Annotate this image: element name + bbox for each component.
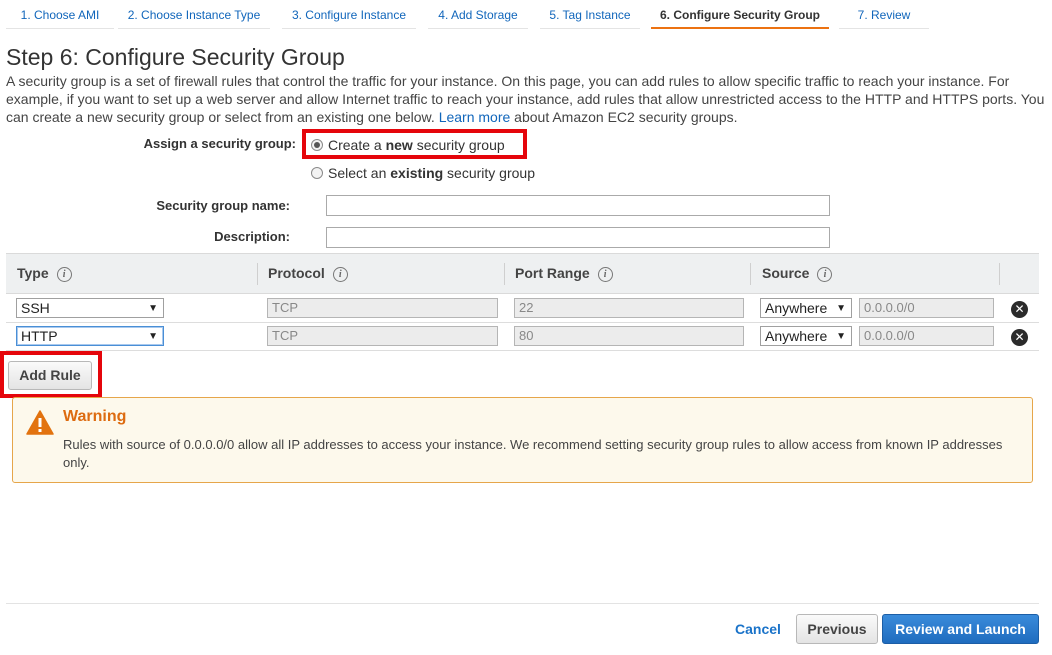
radio-create-new-group[interactable]: Create a new security group (311, 137, 505, 153)
column-divider (504, 263, 505, 285)
warning-box: Warning Rules with source of 0.0.0.0/0 a… (12, 397, 1033, 483)
header-protocol: Protocol i (268, 254, 348, 293)
warning-triangle-icon (26, 410, 54, 435)
rule-cidr-field: 0.0.0.0/0 (859, 298, 994, 318)
chevron-down-icon: ▼ (836, 303, 846, 314)
rule-port-range-field: 80 (514, 326, 744, 346)
select-existing-label: Select an existing security group (328, 165, 535, 181)
tab-configure-security-group[interactable]: 6. Configure Security Group (651, 0, 829, 29)
rule-protocol-field: TCP (267, 298, 498, 318)
intro-text: A security group is a set of firewall ru… (6, 72, 1046, 126)
tab-choose-ami[interactable]: 1. Choose AMI (6, 0, 114, 29)
cancel-button[interactable]: Cancel (735, 621, 781, 637)
description-input[interactable] (326, 227, 830, 248)
header-port-range: Port Range i (515, 254, 613, 293)
warning-title: Warning (63, 408, 127, 425)
chevron-down-icon: ▼ (148, 303, 158, 314)
chevron-down-icon: ▼ (836, 331, 846, 342)
rule-cidr-field: 0.0.0.0/0 (859, 326, 994, 346)
column-divider (750, 263, 751, 285)
rule-protocol-field: TCP (267, 326, 498, 346)
remove-rule-icon[interactable]: ✕ (1011, 329, 1028, 346)
rule-type-select[interactable]: SSH ▼ (16, 298, 164, 318)
tab-review[interactable]: 7. Review (839, 0, 929, 29)
remove-rule-icon[interactable]: ✕ (1011, 301, 1028, 318)
rules-table-header: Type i Protocol i Port Range i Source i (6, 253, 1039, 294)
rule-row: HTTP ▼ TCP 80 Anywhere ▼ 0.0.0.0/0 ✕ (6, 323, 1039, 351)
assign-security-group-label: Assign a security group: (143, 136, 296, 151)
create-new-label: Create a new security group (328, 137, 505, 153)
warning-text: Rules with source of 0.0.0.0/0 allow all… (63, 437, 1003, 470)
radio-button-unselected[interactable] (311, 167, 323, 179)
column-divider (257, 263, 258, 285)
intro-suffix: about Amazon EC2 security groups. (514, 109, 738, 125)
header-source: Source i (762, 254, 833, 293)
rule-row: SSH ▼ TCP 22 Anywhere ▼ 0.0.0.0/0 ✕ (6, 295, 1039, 323)
footer-divider (6, 603, 1039, 604)
info-icon[interactable]: i (332, 267, 348, 282)
learn-more-link[interactable]: Learn more (439, 109, 511, 125)
rule-port-range-field: 22 (514, 298, 744, 318)
tab-configure-instance[interactable]: 3. Configure Instance (282, 0, 416, 29)
info-icon[interactable]: i (597, 267, 613, 282)
security-group-name-input[interactable] (326, 195, 830, 216)
previous-button[interactable]: Previous (796, 614, 878, 644)
tab-choose-instance-type[interactable]: 2. Choose Instance Type (118, 0, 270, 29)
tab-add-storage[interactable]: 4. Add Storage (428, 0, 528, 29)
wizard-tabs: 1. Choose AMI 2. Choose Instance Type 3.… (0, 0, 1052, 30)
info-icon[interactable]: i (817, 267, 833, 282)
radio-button-selected[interactable] (311, 139, 323, 151)
column-divider (999, 263, 1000, 285)
rule-source-select[interactable]: Anywhere ▼ (760, 298, 852, 318)
tab-tag-instance[interactable]: 5. Tag Instance (540, 0, 640, 29)
info-icon[interactable]: i (56, 267, 72, 282)
rule-source-select[interactable]: Anywhere ▼ (760, 326, 852, 346)
radio-select-existing-group[interactable]: Select an existing security group (311, 165, 535, 181)
chevron-down-icon: ▼ (148, 331, 158, 342)
rule-type-select[interactable]: HTTP ▼ (16, 326, 164, 346)
security-group-name-label: Security group name: (156, 198, 290, 213)
description-label: Description: (214, 229, 290, 244)
review-and-launch-button[interactable]: Review and Launch (882, 614, 1039, 644)
page-title: Step 6: Configure Security Group (6, 44, 345, 70)
header-type: Type i (17, 254, 72, 293)
add-rule-button[interactable]: Add Rule (8, 361, 92, 390)
